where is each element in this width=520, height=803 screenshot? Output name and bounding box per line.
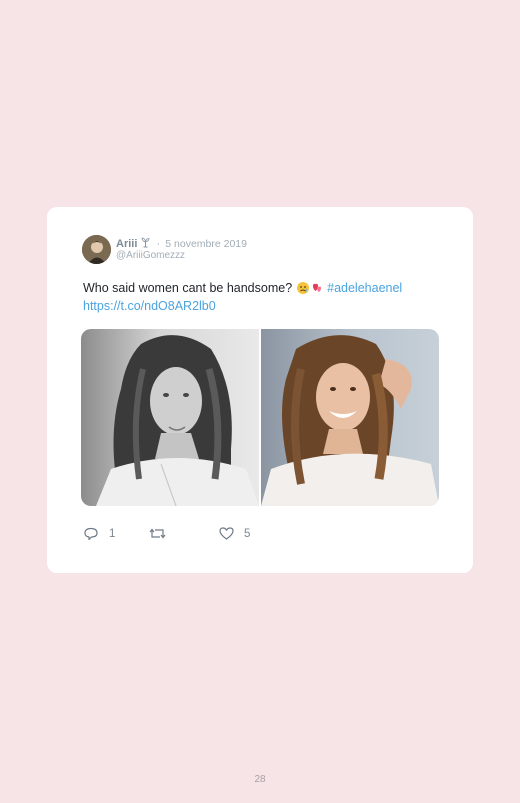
heart-icon [219, 527, 234, 540]
media-gallery [81, 329, 439, 506]
author-name[interactable]: Ariii [116, 238, 137, 250]
retweet-icon [149, 527, 166, 540]
like-count: 5 [244, 527, 251, 540]
emoji-icon [296, 281, 324, 299]
avatar[interactable] [82, 235, 111, 264]
like-button[interactable]: 5 [219, 527, 250, 540]
page-number: 28 [254, 774, 266, 785]
separator-dot: · [156, 238, 161, 250]
tweet-body: Who said women cant be handsome? [83, 281, 293, 295]
photo-color[interactable] [261, 329, 439, 506]
author-line: Ariii · 5 novembre 2019 [116, 237, 247, 250]
avatar-image [82, 235, 111, 264]
tweet-text: Who said women cant be handsome? #adeleh… [83, 281, 453, 314]
tweet-date[interactable]: 5 novembre 2019 [165, 238, 247, 250]
reply-icon [83, 527, 99, 541]
tweet-url-link[interactable]: https://t.co/ndO8AR2lb0 [83, 299, 216, 313]
hashtag-link[interactable]: #adelehaenel [327, 281, 402, 295]
photo-black-and-white[interactable] [81, 329, 259, 506]
reply-button[interactable]: 1 [83, 527, 115, 541]
plant-icon [141, 237, 150, 248]
tweet-card: Ariii · 5 novembre 2019 @AriiiGomezzz Wh… [47, 207, 473, 573]
retweet-button[interactable] [149, 527, 176, 540]
author-handle[interactable]: @AriiiGomezzz [116, 250, 185, 261]
reply-count: 1 [109, 528, 116, 540]
